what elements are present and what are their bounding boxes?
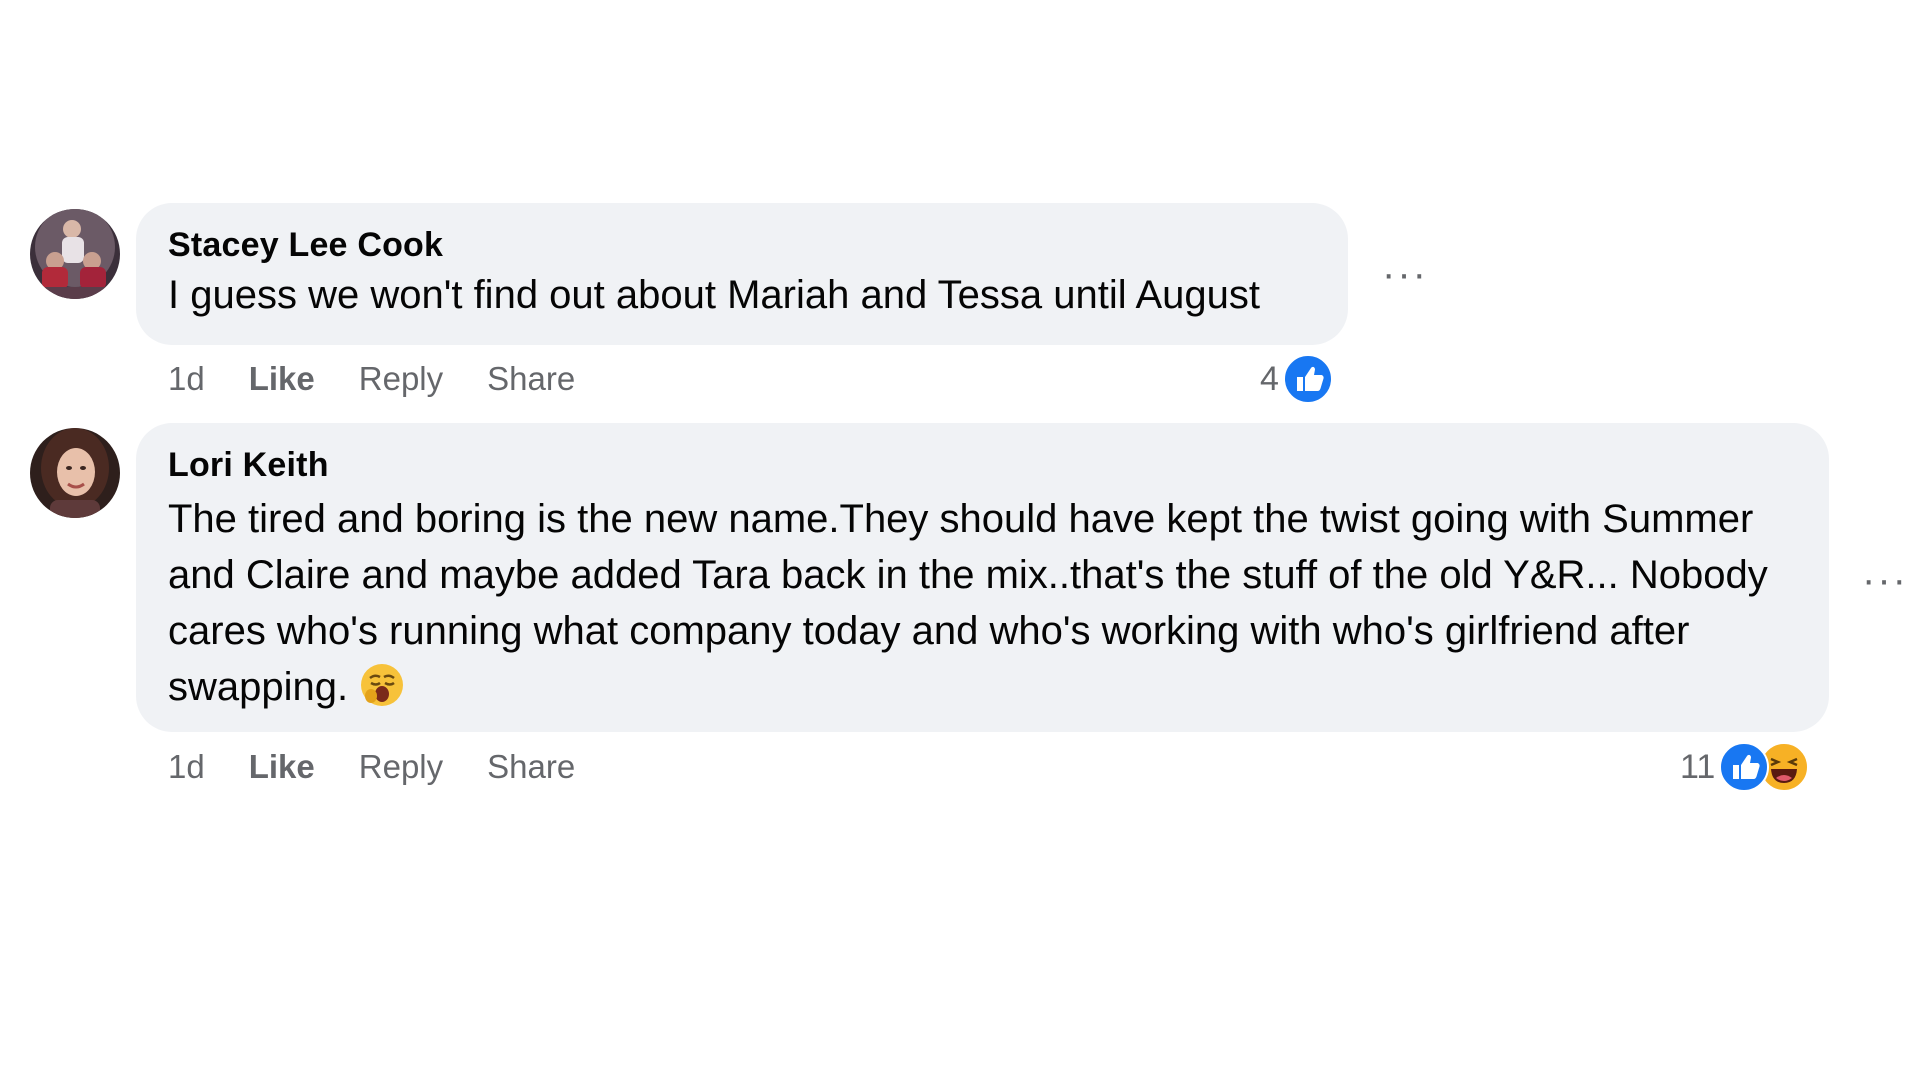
share-button[interactable]: Share: [487, 748, 575, 786]
reaction-count: 4: [1260, 359, 1279, 398]
reply-button[interactable]: Reply: [359, 360, 443, 398]
comment-actions: 1d Like Reply Share: [168, 354, 619, 404]
like-button[interactable]: Like: [249, 748, 315, 786]
comment-bubble: Stacey Lee Cook I guess we won't find ou…: [136, 203, 1348, 345]
avatar[interactable]: [30, 209, 120, 299]
comment-timestamp[interactable]: 1d: [168, 748, 205, 786]
more-options-icon[interactable]: ···: [1382, 254, 1428, 294]
comment-text-content: The tired and boring is the new name.The…: [168, 497, 1768, 709]
comment-actions: 1d Like Reply Share: [168, 742, 619, 792]
like-icon: [1282, 354, 1333, 404]
avatar[interactable]: [30, 428, 120, 518]
more-options-icon[interactable]: ···: [1862, 560, 1908, 600]
reaction-summary[interactable]: 11: [1680, 741, 1810, 793]
reply-button[interactable]: Reply: [359, 748, 443, 786]
like-icon: [1719, 742, 1770, 792]
reaction-count: 11: [1680, 747, 1716, 786]
comment-text: The tired and boring is the new name.The…: [168, 491, 1797, 715]
comment-text: I guess we won't find out about Mariah a…: [168, 273, 1261, 317]
yawning-face-emoji: [359, 662, 405, 708]
reaction-summary[interactable]: 4: [1260, 353, 1333, 405]
like-button[interactable]: Like: [249, 360, 315, 398]
comment-author[interactable]: Lori Keith: [168, 445, 1797, 485]
comment-author[interactable]: Stacey Lee Cook: [168, 225, 1316, 265]
share-button[interactable]: Share: [487, 360, 575, 398]
comment-bubble: Lori Keith The tired and boring is the n…: [136, 423, 1829, 732]
comment-timestamp[interactable]: 1d: [168, 360, 205, 398]
